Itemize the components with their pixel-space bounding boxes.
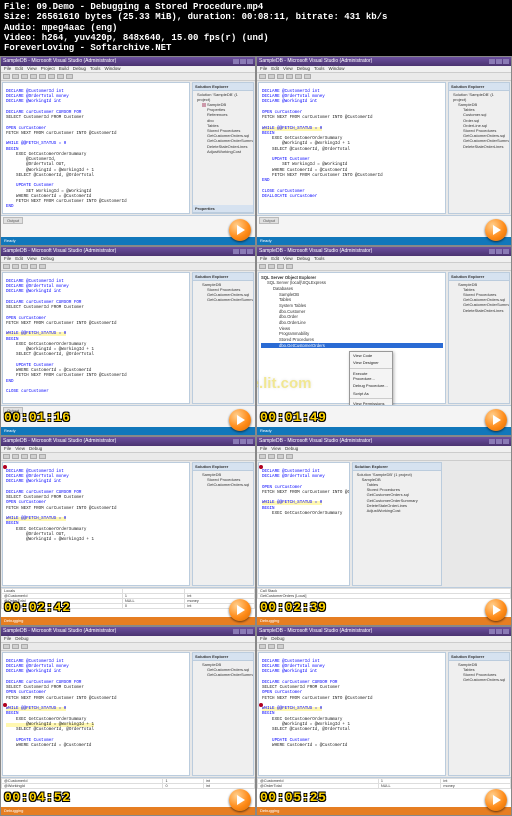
audio-line: Audio: mpeg4aac (eng) <box>4 23 508 33</box>
video-line: Video: h264, yuv420p, 848x640, 15.00 fps… <box>4 33 508 43</box>
status-bar: Debugging <box>1 617 255 625</box>
play-icon[interactable] <box>485 219 507 241</box>
menu-bar[interactable]: FileEditViewProjectBuildDebugToolsWindow <box>1 66 255 73</box>
media-info-header: File: 09.Demo - Debugging a Stored Proce… <box>0 0 512 56</box>
play-icon[interactable] <box>229 789 251 811</box>
play-icon[interactable] <box>229 599 251 621</box>
toolbar[interactable] <box>1 73 255 81</box>
window-titlebar: SampleDB - Microsoft Visual Studio (Admi… <box>1 57 255 66</box>
timestamp-overlay: 00:02:39 <box>260 600 326 615</box>
status-bar: Ready <box>1 237 255 245</box>
thumbnail-1: SampleDB - Microsoft Visual Studio (Admi… <box>0 56 256 246</box>
window-controls[interactable] <box>233 59 253 64</box>
timestamp-overlay: 00:05:25 <box>260 790 326 805</box>
timestamp-overlay: 00:01:49 <box>260 410 326 425</box>
code-editor[interactable]: DECLARE @CustomerId int DECLARE @OrderTo… <box>2 272 190 404</box>
play-icon[interactable] <box>229 409 251 431</box>
file-line: File: 09.Demo - Debugging a Stored Proce… <box>4 2 508 12</box>
code-editor[interactable]: DECLARE @CustomerId int DECLARE @OrderTo… <box>2 462 190 586</box>
thumbnail-7: SampleDB - Microsoft Visual Studio (Admi… <box>0 626 256 816</box>
code-editor[interactable]: DECLARE @CustomerId int DECLARE @OrderTo… <box>258 462 350 586</box>
timestamp-overlay: 00:04:52 <box>4 790 70 805</box>
solution-explorer[interactable]: Solution Explorer Solution 'SampleDB' (1… <box>192 82 254 214</box>
thumbnail-2: SampleDB - Microsoft Visual Studio (Admi… <box>256 56 512 246</box>
play-icon[interactable] <box>229 219 251 241</box>
play-icon[interactable] <box>485 789 507 811</box>
thumbnail-4: SampleDB - Microsoft Visual Studio (Admi… <box>256 246 512 436</box>
play-icon[interactable] <box>485 599 507 621</box>
play-icon[interactable] <box>485 409 507 431</box>
context-menu[interactable]: View Code View Designer Execute Procedur… <box>349 351 393 405</box>
code-editor[interactable]: DECLARE @CustomerId int DECLARE @OrderTo… <box>2 82 190 214</box>
thumbnail-5: SampleDB - Microsoft Visual Studio (Admi… <box>0 436 256 626</box>
credit-line: ForeverLoving - Softarchive.NET <box>4 43 508 53</box>
timestamp-overlay: 00:02:42 <box>4 600 70 615</box>
code-editor[interactable]: DECLARE @CustomerId int DECLARE @OrderTo… <box>258 652 446 776</box>
timestamp-overlay: 00:01:16 <box>4 410 70 425</box>
code-editor[interactable]: DECLARE @CustomerId int DECLARE @OrderTo… <box>2 652 190 776</box>
thumbnail-grid: SampleDB - Microsoft Visual Studio (Admi… <box>0 56 512 816</box>
code-editor[interactable]: DECLARE @CustomerId int DECLARE @OrderTo… <box>258 82 446 214</box>
thumbnail-8: SampleDB - Microsoft Visual Studio (Admi… <box>256 626 512 816</box>
output-panel[interactable]: Output <box>1 215 255 237</box>
window-title: SampleDB - Microsoft Visual Studio (Admi… <box>3 58 116 64</box>
thumbnail-3: SampleDB - Microsoft Visual Studio (Admi… <box>0 246 256 436</box>
thumbnail-6: SampleDB - Microsoft Visual Studio (Admi… <box>256 436 512 626</box>
size-line: Size: 26561610 bytes (25.33 MiB), durati… <box>4 12 508 22</box>
sql-object-explorer[interactable]: SQL Server Object Explorer SQL Server (l… <box>258 272 446 404</box>
